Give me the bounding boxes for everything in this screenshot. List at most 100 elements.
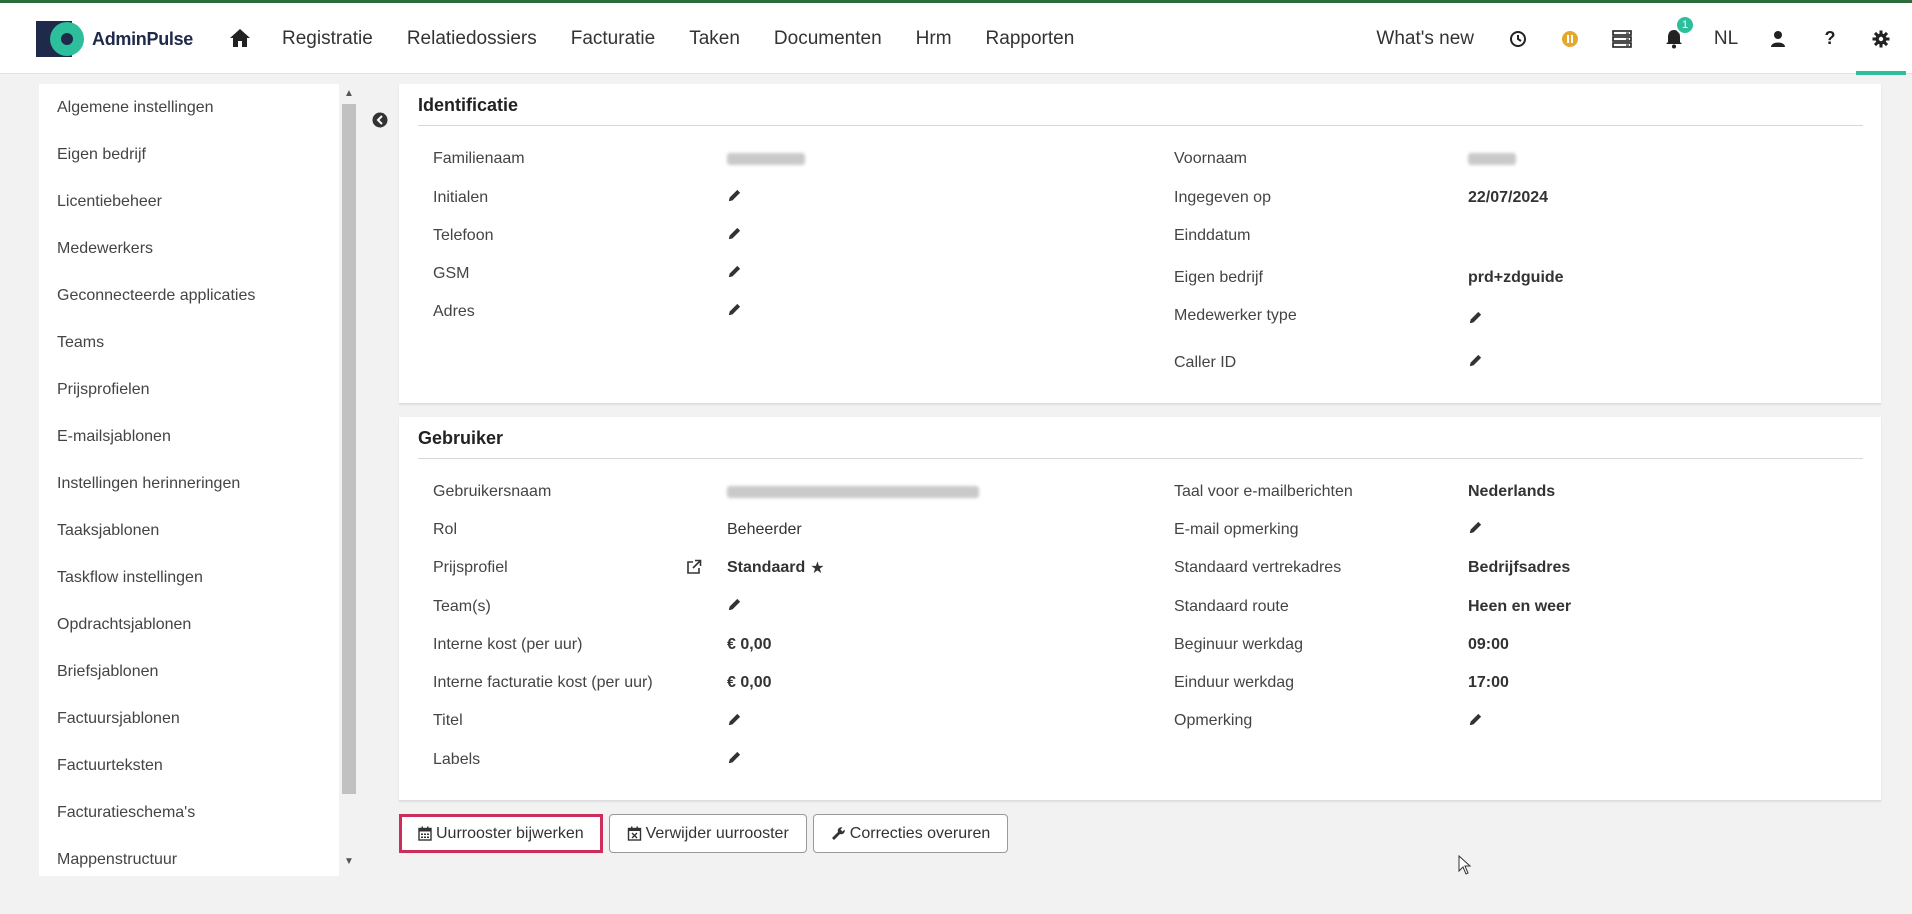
- sidebar-item-factuurteksten[interactable]: Factuurteksten: [39, 742, 339, 789]
- nav-rapporten[interactable]: Rapporten: [986, 28, 1075, 50]
- gebruikersnaam-value-redacted: [727, 486, 979, 498]
- taal-label: Taal voor e-mailberichten: [1174, 483, 1353, 500]
- rol-value: Beheerder: [727, 521, 802, 538]
- notifications-button[interactable]: 1: [1648, 3, 1700, 74]
- nav-right-tools: What's new 1 NL ?: [1358, 3, 1912, 75]
- beginuur-value: 09:00: [1468, 636, 1509, 653]
- help-button[interactable]: ?: [1804, 3, 1856, 74]
- logo-text: AdminPulse: [92, 28, 194, 49]
- sidebar-item-instellingen-herinneringen[interactable]: Instellingen herinneringen: [39, 460, 339, 507]
- edit-teams-icon[interactable]: [727, 597, 742, 612]
- prijsprofiel-label: Prijsprofiel: [433, 559, 508, 576]
- eigen-bedrijf-value: prd+zdguide: [1468, 269, 1564, 286]
- adminpulse-logo[interactable]: AdminPulse: [36, 21, 193, 57]
- sidebar-item-opdrachtsjablonen[interactable]: Opdrachtsjablonen: [39, 601, 339, 648]
- logo-mark-icon: [36, 21, 86, 57]
- sidebar-item-licentiebeheer[interactable]: Licentiebeheer: [39, 178, 339, 225]
- edit-opmerking-icon[interactable]: [1468, 712, 1483, 727]
- correcties-overuren-button[interactable]: Correcties overuren: [812, 814, 1009, 853]
- nav-registratie[interactable]: Registratie: [282, 28, 373, 50]
- adres-label: Adres: [433, 303, 475, 320]
- route-value: Heen en weer: [1468, 598, 1572, 615]
- edit-labels-icon[interactable]: [727, 750, 742, 765]
- opmerking-label: Opmerking: [1174, 712, 1253, 729]
- prijsprofiel-value: Standaard: [727, 559, 806, 576]
- divider: [418, 125, 1863, 126]
- vertrekadres-label: Standaard vertrekadres: [1174, 559, 1342, 576]
- gsm-label: GSM: [433, 265, 470, 282]
- edit-telefoon-icon[interactable]: [727, 226, 742, 241]
- identificatie-title: Identificatie: [418, 95, 519, 115]
- user-button[interactable]: [1752, 3, 1804, 74]
- whats-new-link[interactable]: What's new: [1358, 3, 1492, 74]
- sidebar-item-algemene-instellingen[interactable]: Algemene instellingen: [39, 84, 339, 131]
- clock-icon: [1510, 30, 1526, 47]
- interne-kost-value: € 0,00: [727, 636, 772, 653]
- familienaam-value-redacted: [727, 153, 805, 165]
- sidebar-item-geconnecteerde-applicaties[interactable]: Geconnecteerde applicaties: [39, 272, 339, 319]
- verwijder-uurrooster-button[interactable]: Verwijder uurrooster: [608, 814, 807, 853]
- familienaam-label: Familienaam: [433, 150, 525, 167]
- external-link-icon[interactable]: [686, 559, 702, 575]
- teams-label: Team(s): [433, 598, 491, 615]
- sidebar-scrollbar[interactable]: ▲ ▼: [340, 84, 358, 876]
- settings-sidebar: Algemene instellingen Eigen bedrijf Lice…: [39, 84, 339, 876]
- scroll-down-arrow-icon[interactable]: ▼: [343, 856, 355, 868]
- uurrooster-bijwerken-label: Uurrooster bijwerken: [436, 824, 584, 842]
- caller-id-label: Caller ID: [1174, 354, 1237, 371]
- sidebar-item-e-mailsjablonen[interactable]: E-mailsjablonen: [39, 413, 339, 460]
- voornaam-label: Voornaam: [1174, 150, 1247, 167]
- sidebar-item-briefsjablonen[interactable]: Briefsjablonen: [39, 648, 339, 695]
- email-opmerking-label: E-mail opmerking: [1174, 521, 1299, 538]
- settings-button[interactable]: [1856, 3, 1906, 75]
- einduur-value: 17:00: [1468, 674, 1509, 691]
- interne-facturatie-kost-label: Interne facturatie kost (per uur): [433, 674, 653, 691]
- scroll-thumb[interactable]: [342, 104, 356, 794]
- sidebar-item-taskflow-instellingen[interactable]: Taskflow instellingen: [39, 554, 339, 601]
- nav-facturatie[interactable]: Facturatie: [571, 28, 655, 50]
- beginuur-label: Beginuur werkdag: [1174, 636, 1303, 653]
- vertrekadres-value: Bedrijfsadres: [1468, 559, 1571, 576]
- uurrooster-bijwerken-button[interactable]: Uurrooster bijwerken: [399, 814, 603, 853]
- edit-initialen-icon[interactable]: [727, 188, 742, 203]
- sidebar-item-prijsprofielen[interactable]: Prijsprofielen: [39, 366, 339, 413]
- sidebar-item-factuursjablonen[interactable]: Factuursjablonen: [39, 695, 339, 742]
- clock-button[interactable]: [1492, 3, 1544, 74]
- sidebar-item-teams[interactable]: Teams: [39, 319, 339, 366]
- status-button[interactable]: [1544, 3, 1596, 74]
- nav-hrm[interactable]: Hrm: [916, 28, 952, 50]
- edit-email-opmerking-icon[interactable]: [1468, 520, 1483, 535]
- taal-value: Nederlands: [1468, 483, 1556, 500]
- voornaam-value-redacted: [1468, 153, 1516, 165]
- eigen-bedrijf-label: Eigen bedrijf: [1174, 269, 1263, 286]
- sidebar-item-eigen-bedrijf[interactable]: Eigen bedrijf: [39, 131, 339, 178]
- top-navbar: AdminPulse Registratie Relatiedossiers F…: [0, 3, 1912, 75]
- collapse-sidebar-icon[interactable]: [372, 112, 388, 128]
- sidebar-item-facturatieschemas[interactable]: Facturatieschema's: [39, 789, 339, 836]
- sidebar-item-medewerkers[interactable]: Medewerkers: [39, 225, 339, 272]
- pause-status-icon: [1562, 30, 1578, 47]
- edit-titel-icon[interactable]: [727, 712, 742, 727]
- language-selector[interactable]: NL: [1700, 3, 1752, 74]
- nav-documenten[interactable]: Documenten: [774, 28, 882, 50]
- sidebar-item-taaksjablonen[interactable]: Taaksjablonen: [39, 507, 339, 554]
- einduur-label: Einduur werkdag: [1174, 674, 1295, 691]
- edit-caller-id-icon[interactable]: [1468, 353, 1483, 368]
- scroll-up-arrow-icon[interactable]: ▲: [343, 88, 355, 100]
- edit-adres-icon[interactable]: [727, 302, 742, 317]
- home-icon[interactable]: [229, 27, 251, 49]
- edit-medewerker-type-icon[interactable]: [1468, 310, 1483, 325]
- route-label: Standaard route: [1174, 598, 1289, 615]
- interne-facturatie-kost-value: € 0,00: [727, 674, 772, 691]
- divider: [418, 458, 1863, 459]
- sidebar-item-mappenstructuur[interactable]: Mappenstructuur: [39, 836, 339, 876]
- nav-taken[interactable]: Taken: [689, 28, 740, 50]
- calendar-remove-icon: [627, 826, 641, 841]
- mouse-cursor-icon: [1458, 855, 1472, 875]
- edit-gsm-icon[interactable]: [727, 264, 742, 279]
- server-button[interactable]: [1596, 3, 1648, 74]
- nav-relatiedossiers[interactable]: Relatiedossiers: [407, 28, 537, 50]
- star-icon: ★: [810, 560, 825, 577]
- rol-label: Rol: [433, 521, 458, 538]
- telefoon-label: Telefoon: [433, 227, 494, 244]
